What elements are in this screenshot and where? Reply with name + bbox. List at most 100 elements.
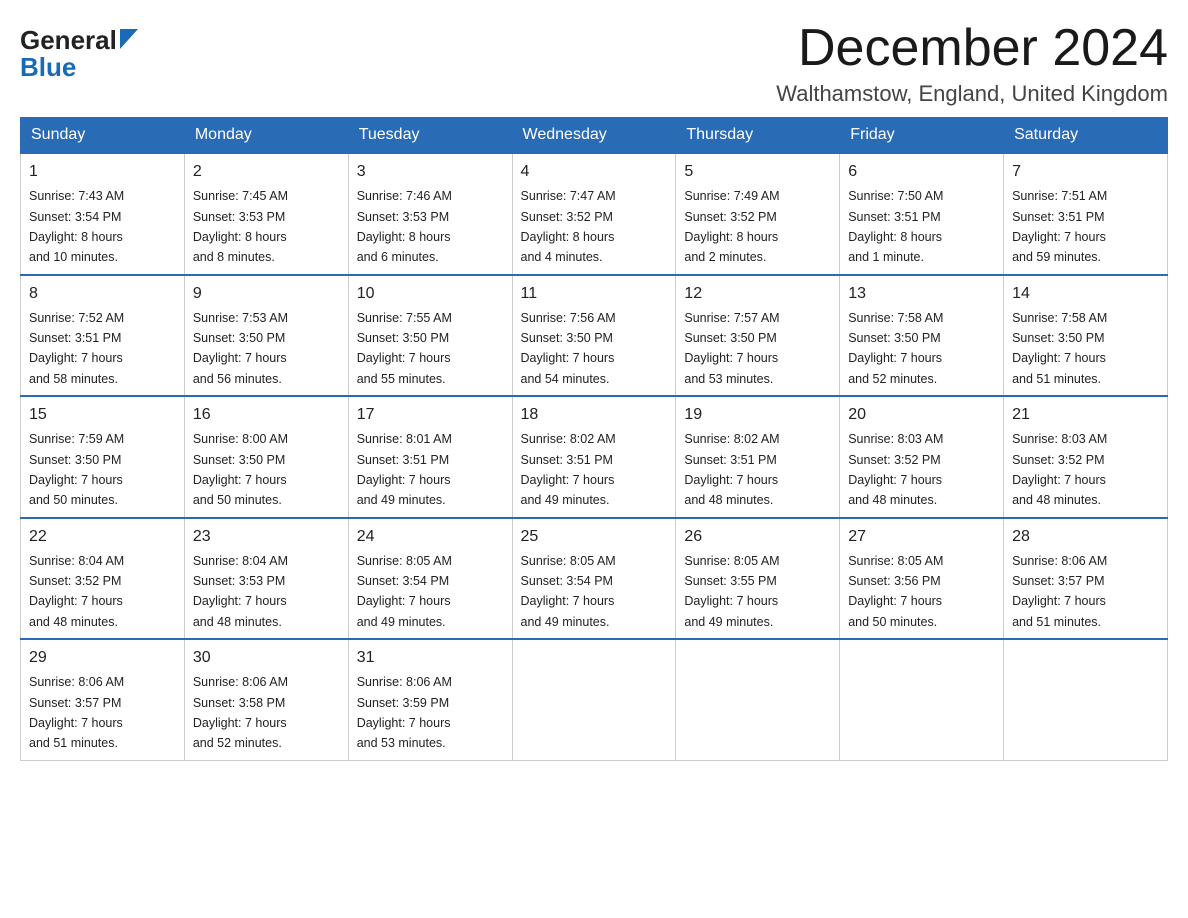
location-subtitle: Walthamstow, England, United Kingdom [776,81,1168,107]
day-sunrise: Sunrise: 8:06 AM [193,675,288,689]
day-sunset: Sunset: 3:50 PM [193,331,285,345]
month-title: December 2024 [776,20,1168,77]
day-sunset: Sunset: 3:54 PM [29,210,121,224]
day-sunrise: Sunrise: 7:52 AM [29,311,124,325]
day-number: 2 [193,160,340,184]
day-number: 24 [357,525,504,549]
day-sunset: Sunset: 3:52 PM [684,210,776,224]
day-daylight2: and 1 minute. [848,250,924,264]
day-daylight1: Daylight: 7 hours [29,351,123,365]
day-daylight1: Daylight: 8 hours [684,230,778,244]
day-sunset: Sunset: 3:50 PM [848,331,940,345]
day-sunrise: Sunrise: 8:05 AM [357,554,452,568]
day-daylight2: and 49 minutes. [684,615,773,629]
day-sunset: Sunset: 3:54 PM [521,574,613,588]
calendar-day-cell [676,639,840,760]
day-number: 25 [521,525,668,549]
day-daylight2: and 50 minutes. [193,493,282,507]
day-sunrise: Sunrise: 8:00 AM [193,432,288,446]
day-daylight2: and 4 minutes. [521,250,603,264]
day-sunset: Sunset: 3:51 PM [521,453,613,467]
day-sunrise: Sunrise: 8:02 AM [521,432,616,446]
day-daylight1: Daylight: 7 hours [521,594,615,608]
day-sunset: Sunset: 3:50 PM [1012,331,1104,345]
col-sunday: Sunday [21,118,185,154]
day-sunset: Sunset: 3:53 PM [357,210,449,224]
title-section: December 2024 Walthamstow, England, Unit… [776,20,1168,107]
day-sunrise: Sunrise: 8:04 AM [29,554,124,568]
day-number: 11 [521,282,668,306]
calendar-header-row: Sunday Monday Tuesday Wednesday Thursday… [21,118,1168,154]
day-daylight1: Daylight: 8 hours [521,230,615,244]
calendar-day-cell: 25 Sunrise: 8:05 AM Sunset: 3:54 PM Dayl… [512,518,676,640]
calendar-day-cell: 16 Sunrise: 8:00 AM Sunset: 3:50 PM Dayl… [184,396,348,518]
day-daylight2: and 54 minutes. [521,372,610,386]
day-daylight1: Daylight: 7 hours [29,594,123,608]
day-daylight2: and 8 minutes. [193,250,275,264]
day-number: 14 [1012,282,1159,306]
day-daylight2: and 48 minutes. [1012,493,1101,507]
calendar-week-row: 8 Sunrise: 7:52 AM Sunset: 3:51 PM Dayli… [21,275,1168,397]
day-sunset: Sunset: 3:57 PM [1012,574,1104,588]
day-sunset: Sunset: 3:53 PM [193,574,285,588]
calendar-day-cell: 12 Sunrise: 7:57 AM Sunset: 3:50 PM Dayl… [676,275,840,397]
col-friday: Friday [840,118,1004,154]
day-number: 20 [848,403,995,427]
day-sunrise: Sunrise: 8:03 AM [848,432,943,446]
day-sunrise: Sunrise: 7:51 AM [1012,189,1107,203]
calendar-day-cell: 31 Sunrise: 8:06 AM Sunset: 3:59 PM Dayl… [348,639,512,760]
day-number: 29 [29,646,176,670]
day-number: 10 [357,282,504,306]
day-daylight1: Daylight: 7 hours [1012,230,1106,244]
day-number: 16 [193,403,340,427]
calendar-day-cell: 17 Sunrise: 8:01 AM Sunset: 3:51 PM Dayl… [348,396,512,518]
day-daylight2: and 52 minutes. [848,372,937,386]
day-daylight2: and 55 minutes. [357,372,446,386]
day-sunrise: Sunrise: 7:59 AM [29,432,124,446]
day-daylight1: Daylight: 7 hours [357,716,451,730]
calendar-day-cell: 2 Sunrise: 7:45 AM Sunset: 3:53 PM Dayli… [184,153,348,275]
calendar-day-cell: 27 Sunrise: 8:05 AM Sunset: 3:56 PM Dayl… [840,518,1004,640]
day-number: 8 [29,282,176,306]
day-number: 23 [193,525,340,549]
calendar-day-cell: 8 Sunrise: 7:52 AM Sunset: 3:51 PM Dayli… [21,275,185,397]
day-sunset: Sunset: 3:57 PM [29,696,121,710]
day-daylight1: Daylight: 7 hours [848,473,942,487]
day-daylight2: and 56 minutes. [193,372,282,386]
day-number: 12 [684,282,831,306]
page-header: General Blue December 2024 Walthamstow, … [20,20,1168,107]
col-monday: Monday [184,118,348,154]
calendar-day-cell: 19 Sunrise: 8:02 AM Sunset: 3:51 PM Dayl… [676,396,840,518]
day-daylight1: Daylight: 8 hours [357,230,451,244]
day-sunrise: Sunrise: 8:06 AM [1012,554,1107,568]
day-sunrise: Sunrise: 8:04 AM [193,554,288,568]
day-daylight1: Daylight: 7 hours [521,351,615,365]
day-number: 22 [29,525,176,549]
calendar-day-cell [1004,639,1168,760]
day-sunrise: Sunrise: 8:03 AM [1012,432,1107,446]
day-sunrise: Sunrise: 7:53 AM [193,311,288,325]
day-sunset: Sunset: 3:51 PM [357,453,449,467]
day-sunrise: Sunrise: 8:05 AM [848,554,943,568]
day-daylight1: Daylight: 7 hours [193,473,287,487]
day-sunrise: Sunrise: 7:57 AM [684,311,779,325]
calendar-week-row: 1 Sunrise: 7:43 AM Sunset: 3:54 PM Dayli… [21,153,1168,275]
calendar-day-cell: 1 Sunrise: 7:43 AM Sunset: 3:54 PM Dayli… [21,153,185,275]
day-daylight2: and 49 minutes. [357,615,446,629]
calendar-day-cell: 5 Sunrise: 7:49 AM Sunset: 3:52 PM Dayli… [676,153,840,275]
calendar-day-cell: 7 Sunrise: 7:51 AM Sunset: 3:51 PM Dayli… [1004,153,1168,275]
day-daylight2: and 51 minutes. [1012,615,1101,629]
day-sunset: Sunset: 3:56 PM [848,574,940,588]
day-daylight2: and 52 minutes. [193,736,282,750]
day-number: 27 [848,525,995,549]
day-sunset: Sunset: 3:53 PM [193,210,285,224]
day-sunrise: Sunrise: 7:46 AM [357,189,452,203]
day-daylight2: and 53 minutes. [684,372,773,386]
day-daylight2: and 48 minutes. [29,615,118,629]
day-daylight2: and 48 minutes. [193,615,282,629]
day-daylight2: and 50 minutes. [848,615,937,629]
day-sunset: Sunset: 3:50 PM [521,331,613,345]
calendar-day-cell: 15 Sunrise: 7:59 AM Sunset: 3:50 PM Dayl… [21,396,185,518]
day-daylight1: Daylight: 8 hours [29,230,123,244]
day-sunrise: Sunrise: 7:49 AM [684,189,779,203]
